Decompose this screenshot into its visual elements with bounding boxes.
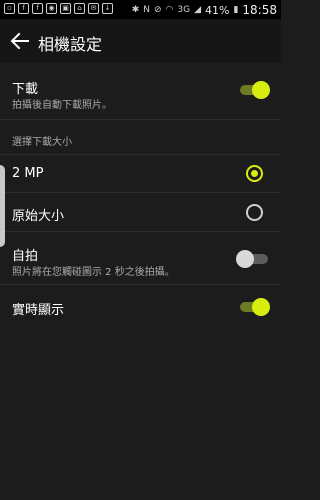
live-view-toggle[interactable] <box>240 298 270 316</box>
size-option-original[interactable]: 原始大小 <box>0 193 281 232</box>
live-view-label: 實時顯示 <box>12 303 65 318</box>
status-bar: ▫ f f ◉ ▣ ⌂ ✉ ↓ ✱ N ⊘ ◠ 3G ◢ 41% ▮ 18:58 <box>0 0 281 19</box>
download-description: 拍攝後自動下載照片。 <box>12 100 112 111</box>
image-icon: ▣ <box>60 3 71 14</box>
network-type: 3G <box>177 5 191 15</box>
facebook-icon: f <box>32 3 43 14</box>
toggle-knob <box>252 81 270 99</box>
size-original-radio[interactable] <box>246 204 263 221</box>
signal-icon: ◢ <box>194 5 201 15</box>
size-option-2mp[interactable]: 2 MP <box>0 155 281 193</box>
nfc-icon: N <box>143 5 150 15</box>
facebook-icon: f <box>18 3 29 14</box>
selfie-description: 照片將在您觸碰圖示 2 秒之後拍攝。 <box>12 267 175 278</box>
download-icon: ↓ <box>102 3 113 14</box>
selfie-setting-row[interactable]: 自拍 照片將在您觸碰圖示 2 秒之後拍攝。 <box>0 232 281 285</box>
toggle-knob <box>236 250 254 268</box>
section-header: 選擇下載大小 <box>12 137 72 148</box>
system-icons: ✱ N ⊘ ◠ 3G ◢ 41% ▮ 18:58 <box>132 3 277 17</box>
download-setting-row[interactable]: 下載 拍攝後自動下載照片。 <box>0 63 281 120</box>
mail-icon: ✉ <box>88 3 99 14</box>
bluetooth-icon: ✱ <box>131 5 140 15</box>
camera-app-icon: ◉ <box>46 3 57 14</box>
selfie-label: 自拍 <box>12 249 39 264</box>
size-option-label: 原始大小 <box>12 209 65 224</box>
battery-percent: 41% <box>205 3 230 17</box>
app-bar: 相機設定 <box>0 19 281 63</box>
mute-icon: ⊘ <box>153 5 162 15</box>
download-label: 下載 <box>12 82 39 97</box>
size-2mp-radio[interactable] <box>246 165 263 182</box>
lock-icon: ⌂ <box>74 3 85 14</box>
page-title: 相機設定 <box>38 35 103 54</box>
notification-icon: ▫ <box>4 3 15 14</box>
wifi-icon: ◠ <box>165 5 174 15</box>
selfie-toggle[interactable] <box>236 250 268 268</box>
download-toggle[interactable] <box>240 81 270 99</box>
live-view-setting-row[interactable]: 實時顯示 <box>0 285 281 327</box>
clock: 18:58 <box>242 3 277 17</box>
back-button[interactable] <box>8 29 32 53</box>
battery-icon: ▮ <box>233 5 239 15</box>
toggle-knob <box>252 298 270 316</box>
notification-icons: ▫ f f ◉ ▣ ⌂ ✉ ↓ <box>4 3 113 14</box>
size-option-label: 2 MP <box>12 166 44 181</box>
arrow-left-icon <box>10 32 29 50</box>
edge-panel-handle[interactable] <box>0 165 5 247</box>
settings-list: 下載 拍攝後自動下載照片。 選擇下載大小 2 MP 原始大小 自拍 照片將在您觸… <box>0 63 281 500</box>
download-size-header-row: 選擇下載大小 <box>0 120 281 155</box>
